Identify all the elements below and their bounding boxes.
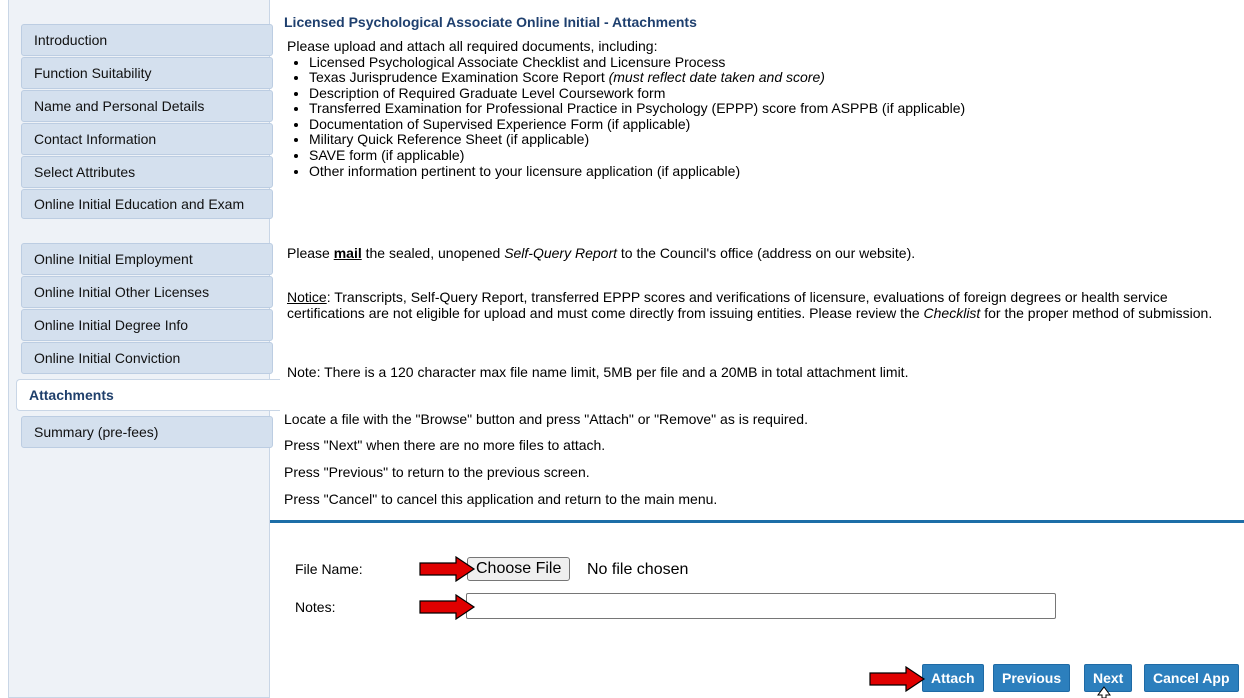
sidebar-item-name-personal-details[interactable]: Name and Personal Details: [21, 90, 273, 122]
sidebar-item-conviction[interactable]: Online Initial Conviction: [21, 342, 273, 374]
sidebar-nav: Introduction Function Suitability Name a…: [8, 0, 280, 698]
list-item: Transferred Examination for Professional…: [309, 100, 965, 117]
file-limit-note: Note: There is a 120 character max file …: [287, 364, 909, 380]
list-item: Description of Required Graduate Level C…: [309, 85, 965, 102]
sidebar-item-other-licenses[interactable]: Online Initial Other Licenses: [21, 276, 273, 308]
right-arrow-icon: [419, 594, 476, 620]
sidebar-item-attachments[interactable]: Attachments: [16, 379, 280, 411]
list-item: Texas Jurisprudence Examination Score Re…: [309, 69, 965, 86]
required-documents-section: Please upload and attach all required do…: [287, 38, 965, 180]
previous-button[interactable]: Previous: [993, 664, 1071, 692]
cancel-app-button[interactable]: Cancel App: [1144, 664, 1239, 692]
section-divider: [270, 520, 1244, 523]
list-item: Documentation of Supervised Experience F…: [309, 116, 965, 133]
mail-instruction: Please mail the sealed, unopened Self-Qu…: [287, 245, 916, 261]
documents-list: Licensed Psychological Associate Checkli…: [287, 54, 965, 180]
right-arrow-icon: [869, 666, 926, 692]
instruction-line: Press "Previous" to return to the previo…: [284, 464, 590, 480]
instruction-line: Locate a file with the "Browse" button a…: [284, 411, 808, 427]
list-item: Licensed Psychological Associate Checkli…: [309, 54, 965, 71]
instruction-line: Press "Cancel" to cancel this applicatio…: [284, 491, 718, 507]
sidebar-item-degree-info[interactable]: Online Initial Degree Info: [21, 309, 273, 341]
no-file-chosen-text: No file chosen: [587, 561, 689, 578]
main-content: Licensed Psychological Associate Online …: [270, 0, 1244, 698]
notes-label: Notes:: [295, 599, 336, 615]
sidebar-item-education-exam[interactable]: Online Initial Education and Exam: [21, 189, 273, 219]
right-arrow-icon: [419, 556, 476, 582]
sidebar-item-summary[interactable]: Summary (pre-fees): [21, 416, 273, 448]
instruction-line: Press "Next" when there are no more file…: [284, 437, 606, 453]
list-item: SAVE form (if applicable): [309, 147, 965, 164]
intro-text: Please upload and attach all required do…: [287, 38, 658, 54]
list-item: Military Quick Reference Sheet (if appli…: [309, 132, 965, 148]
choose-file-button[interactable]: Choose File: [467, 557, 571, 581]
sidebar-item-employment[interactable]: Online Initial Employment: [21, 243, 273, 275]
file-name-label: File Name:: [295, 561, 363, 577]
sidebar-item-select-attributes[interactable]: Select Attributes: [21, 156, 273, 188]
sidebar-item-introduction[interactable]: Introduction: [21, 24, 273, 56]
list-item: Other information pertinent to your lice…: [309, 163, 965, 180]
notice-text: Notice: Transcripts, Self-Query Report, …: [287, 289, 1213, 321]
mouse-cursor-icon: [1097, 686, 1111, 698]
sidebar-item-contact-information[interactable]: Contact Information: [21, 123, 273, 155]
sidebar-item-function-suitability[interactable]: Function Suitability: [21, 57, 273, 89]
page-title: Licensed Psychological Associate Online …: [284, 14, 697, 30]
attach-button[interactable]: Attach: [922, 664, 984, 692]
notes-input[interactable]: [466, 593, 1056, 619]
